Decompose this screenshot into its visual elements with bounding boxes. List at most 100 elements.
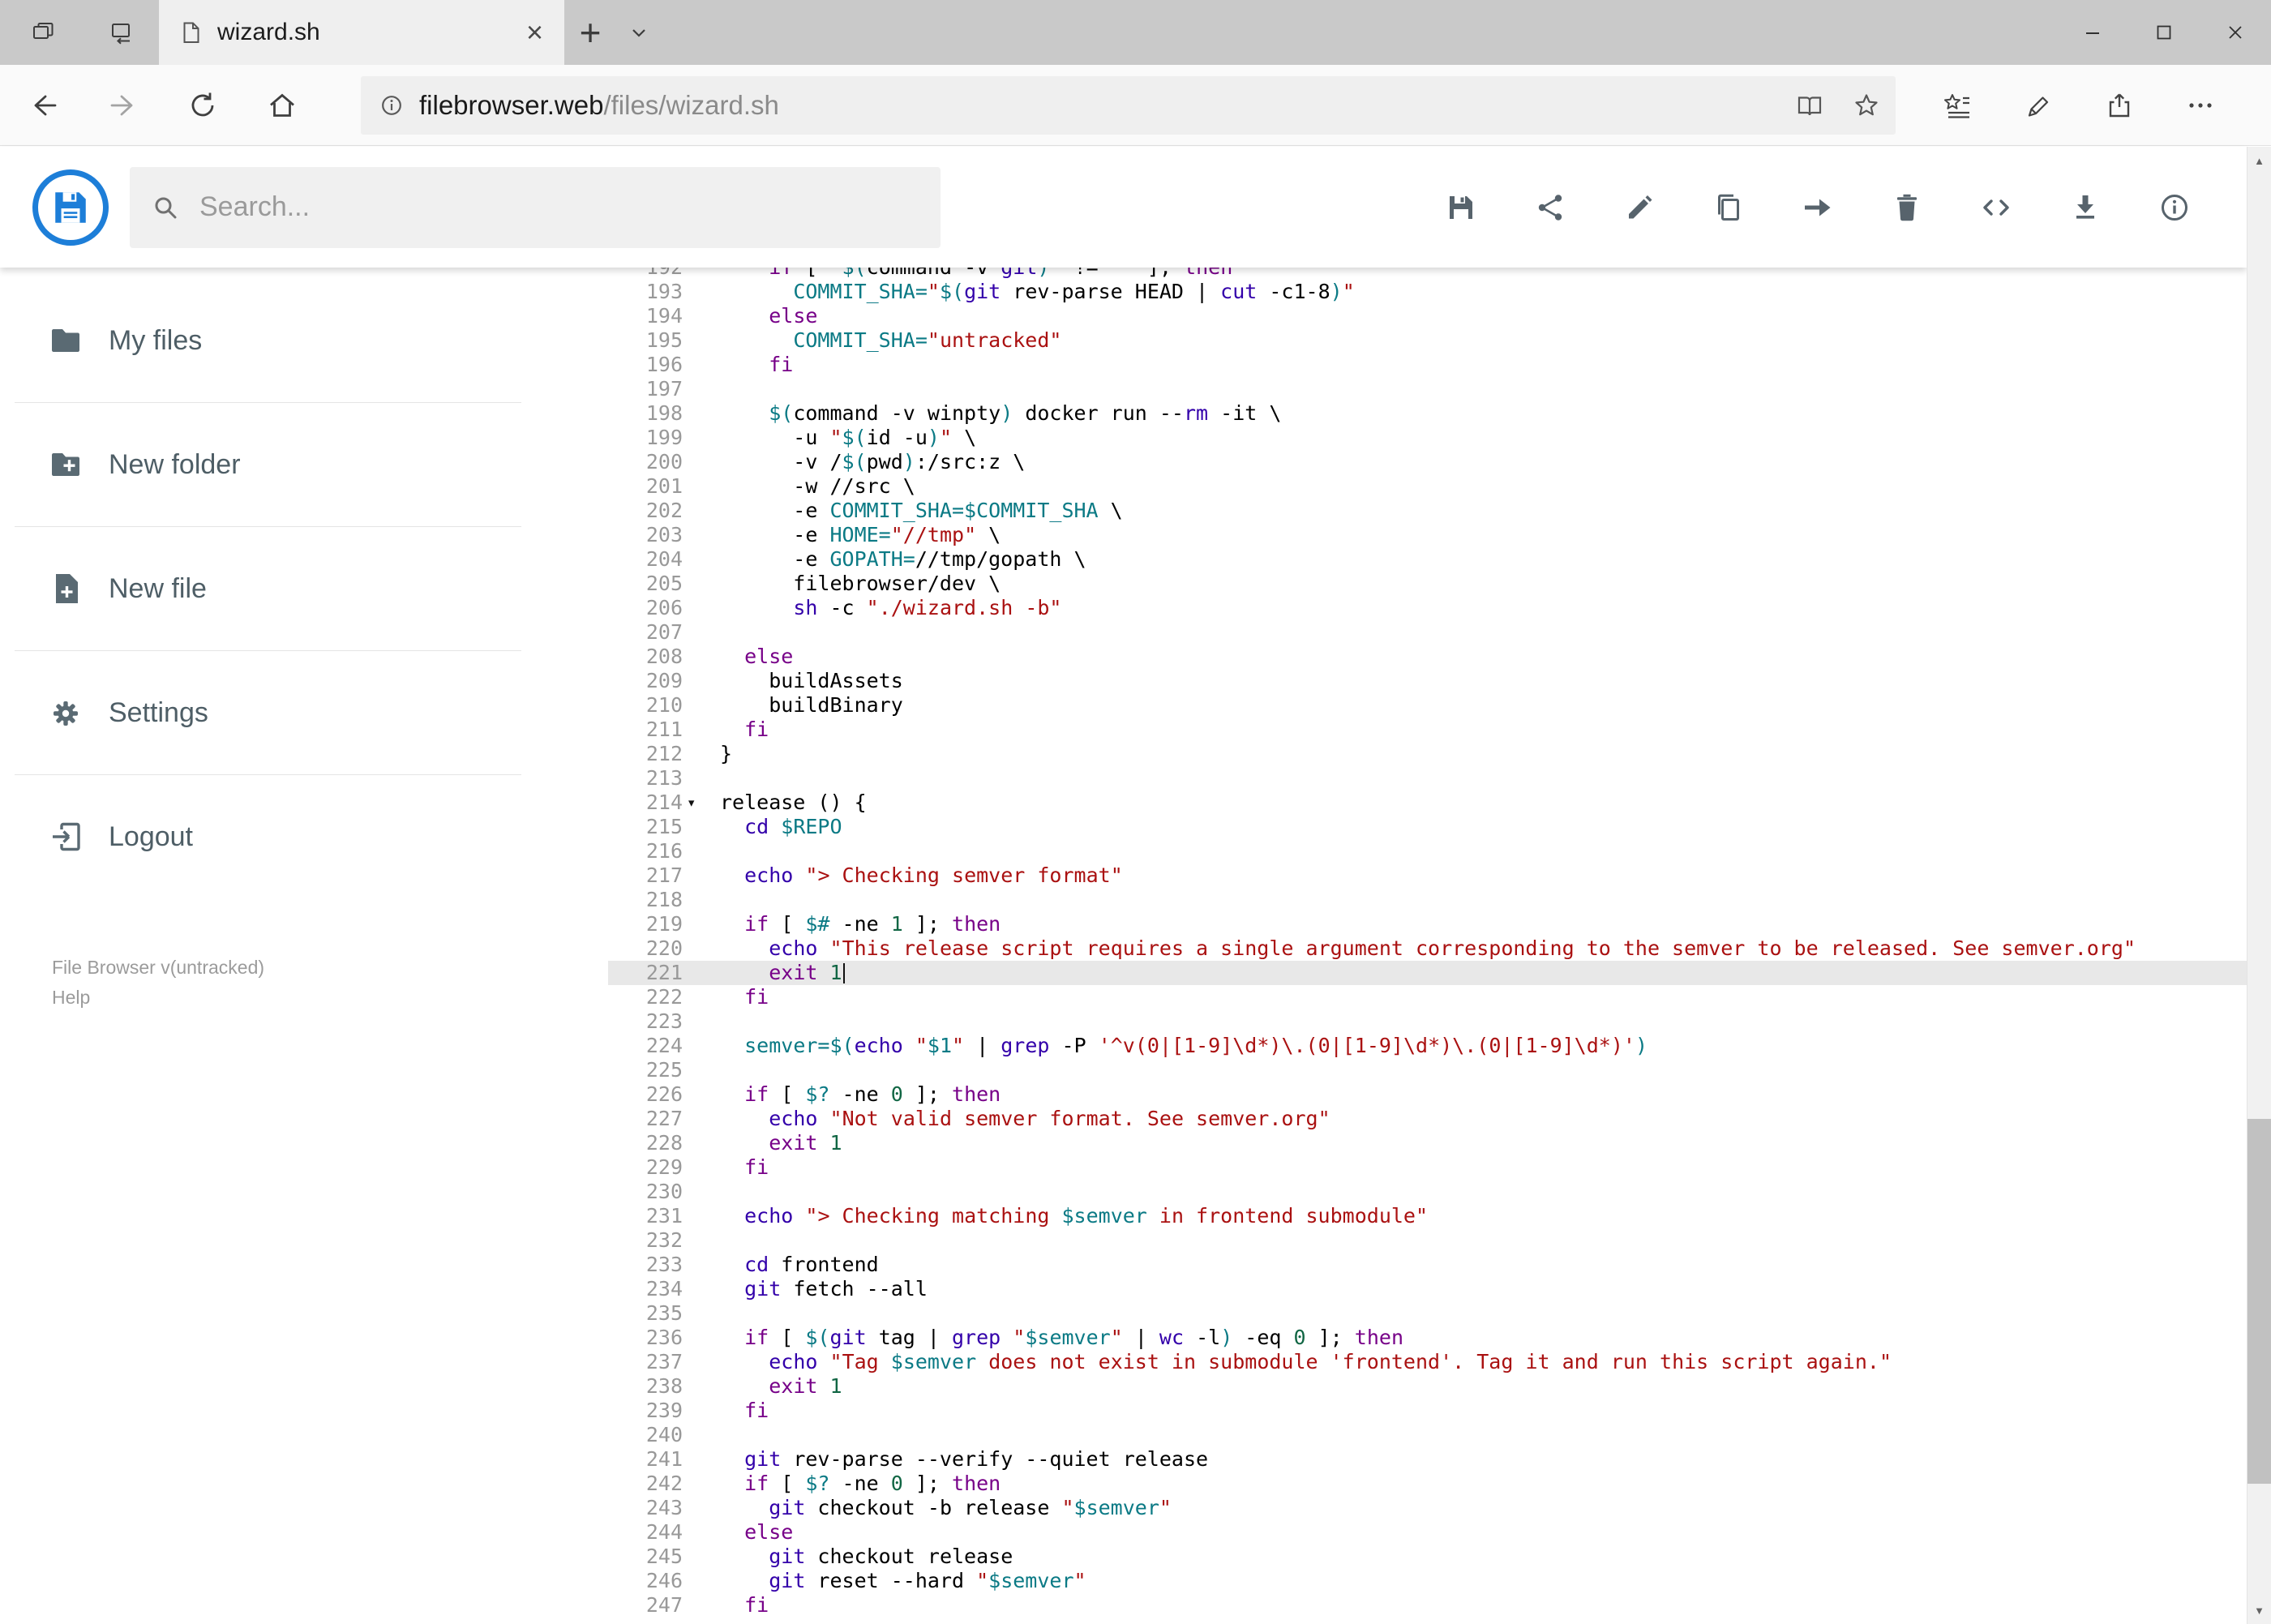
save-button[interactable] xyxy=(1442,189,1480,226)
refresh-button[interactable] xyxy=(186,88,220,122)
code-line-218[interactable]: 218 xyxy=(608,888,2247,912)
code-line-199[interactable]: 199 -u "$(id -u)" \ xyxy=(608,426,2247,450)
code-line-235[interactable]: 235 xyxy=(608,1301,2247,1326)
info-button[interactable] xyxy=(2156,189,2193,226)
move-button[interactable] xyxy=(1799,189,1836,226)
code-line-246[interactable]: 246 git reset --hard "$semver" xyxy=(608,1569,2247,1593)
scroll-down-button[interactable]: ▼ xyxy=(2247,1596,2271,1624)
add-favorite-button[interactable] xyxy=(1849,88,1884,123)
code-line-225[interactable]: 225 xyxy=(608,1058,2247,1082)
filebrowser-logo[interactable] xyxy=(32,169,109,246)
search-input[interactable] xyxy=(199,191,932,223)
code-line-201[interactable]: 201 -w //src \ xyxy=(608,474,2247,499)
code-line-222[interactable]: 222 fi xyxy=(608,985,2247,1009)
code-line-216[interactable]: 216 xyxy=(608,839,2247,863)
code-line-247[interactable]: 247 fi xyxy=(608,1593,2247,1618)
code-line-197[interactable]: 197 xyxy=(608,377,2247,401)
scrollbar-thumb[interactable] xyxy=(2247,1119,2271,1484)
code-line-202[interactable]: 202 -e COMMIT_SHA=$COMMIT_SHA \ xyxy=(608,499,2247,523)
download-button[interactable] xyxy=(2067,189,2104,226)
code-line-243[interactable]: 243 git checkout -b release "$semver" xyxy=(608,1496,2247,1520)
hub-button[interactable] xyxy=(1938,86,1977,125)
fold-gutter[interactable]: ▾ xyxy=(683,791,720,815)
code-line-220[interactable]: 220 echo "This release script requires a… xyxy=(608,936,2247,961)
copy-button[interactable] xyxy=(1710,189,1747,226)
code-line-211[interactable]: 211 fi xyxy=(608,718,2247,742)
share-button[interactable] xyxy=(1532,189,1569,226)
code-line-204[interactable]: 204 -e GOPATH=//tmp/gopath \ xyxy=(608,547,2247,572)
code-line-234[interactable]: 234 git fetch --all xyxy=(608,1277,2247,1301)
code-line-237[interactable]: 237 echo "Tag $semver does not exist in … xyxy=(608,1350,2247,1374)
set-tabs-aside-button[interactable] xyxy=(21,0,66,65)
code-line-223[interactable]: 223 xyxy=(608,1009,2247,1034)
maximize-button[interactable] xyxy=(2128,0,2200,65)
code-line-209[interactable]: 209 buildAssets xyxy=(608,669,2247,693)
tabs-you-set-aside-button[interactable] xyxy=(99,0,144,65)
code-line-228[interactable]: 228 exit 1 xyxy=(608,1131,2247,1155)
code-line-208[interactable]: 208 else xyxy=(608,645,2247,669)
code-line-215[interactable]: 215 cd $REPO xyxy=(608,815,2247,839)
code-line-232[interactable]: 232 xyxy=(608,1228,2247,1253)
code-line-240[interactable]: 240 xyxy=(608,1423,2247,1447)
code-line-219[interactable]: 219 if [ $# -ne 1 ]; then xyxy=(608,912,2247,936)
code-line-213[interactable]: 213 xyxy=(608,766,2247,791)
home-button[interactable] xyxy=(265,88,299,122)
code-line-230[interactable]: 230 xyxy=(608,1180,2247,1204)
code-line-198[interactable]: 198 $(command -v winpty) docker run --rm… xyxy=(608,401,2247,426)
code-line-233[interactable]: 233 cd frontend xyxy=(608,1253,2247,1277)
page-scrollbar[interactable]: ▲ ▼ xyxy=(2247,147,2271,1624)
code-line-226[interactable]: 226 if [ $? -ne 0 ]; then xyxy=(608,1082,2247,1107)
code-line-207[interactable]: 207 xyxy=(608,620,2247,645)
code-line-229[interactable]: 229 fi xyxy=(608,1155,2247,1180)
rename-button[interactable] xyxy=(1621,189,1658,226)
tab-close-icon[interactable]: × xyxy=(521,18,548,47)
search-box[interactable] xyxy=(130,166,941,248)
code-line-242[interactable]: 242 if [ $? -ne 0 ]; then xyxy=(608,1472,2247,1496)
code-line-214[interactable]: 214 ▾ release () { xyxy=(608,791,2247,815)
back-button[interactable] xyxy=(27,88,61,122)
code-line-195[interactable]: 195 COMMIT_SHA="untracked" xyxy=(608,328,2247,353)
site-info-icon[interactable] xyxy=(379,92,405,118)
close-window-button[interactable] xyxy=(2200,0,2271,65)
code-line-200[interactable]: 200 -v /$(pwd):/src:z \ xyxy=(608,450,2247,474)
settings-and-more-button[interactable] xyxy=(2181,86,2220,125)
address-bar[interactable]: filebrowser.web/files/wizard.sh xyxy=(361,75,1896,135)
code-line-205[interactable]: 205 filebrowser/dev \ xyxy=(608,572,2247,596)
code-line-239[interactable]: 239 fi xyxy=(608,1399,2247,1423)
tab-preview-chevron-button[interactable] xyxy=(616,0,662,65)
code-line-194[interactable]: 194 else xyxy=(608,304,2247,328)
code-line-217[interactable]: 217 echo "> Checking semver format" xyxy=(608,863,2247,888)
help-link[interactable]: Help xyxy=(52,983,264,1013)
sidebar-item-settings[interactable]: Settings xyxy=(0,651,608,774)
new-tab-button[interactable]: + xyxy=(564,0,616,65)
code-line-193[interactable]: 193 COMMIT_SHA="$(git rev-parse HEAD | c… xyxy=(608,280,2247,304)
code-line-192[interactable]: 192 if [ "$(command -v git)" != "" ]; th… xyxy=(608,268,2247,280)
code-line-210[interactable]: 210 buildBinary xyxy=(608,693,2247,718)
raw-code-button[interactable] xyxy=(1977,189,2015,226)
code-editor[interactable]: 192 if [ "$(command -v git)" != "" ]; th… xyxy=(608,268,2247,1624)
web-note-button[interactable] xyxy=(2019,86,2058,125)
scroll-up-button[interactable]: ▲ xyxy=(2247,147,2271,174)
code-line-227[interactable]: 227 echo "Not valid semver format. See s… xyxy=(608,1107,2247,1131)
browser-tab[interactable]: wizard.sh × xyxy=(159,0,564,65)
code-line-231[interactable]: 231 echo "> Checking matching $semver in… xyxy=(608,1204,2247,1228)
code-line-241[interactable]: 241 git rev-parse --verify --quiet relea… xyxy=(608,1447,2247,1472)
forward-button[interactable] xyxy=(106,88,140,122)
code-line-212[interactable]: 212} xyxy=(608,742,2247,766)
code-line-236[interactable]: 236 if [ $(git tag | grep "$semver" | wc… xyxy=(608,1326,2247,1350)
delete-button[interactable] xyxy=(1888,189,1926,226)
code-line-244[interactable]: 244 else xyxy=(608,1520,2247,1545)
sidebar-item-logout[interactable]: Logout xyxy=(0,775,608,898)
code-line-206[interactable]: 206 sh -c "./wizard.sh -b" xyxy=(608,596,2247,620)
share-page-button[interactable] xyxy=(2100,86,2139,125)
code-line-203[interactable]: 203 -e HOME="//tmp" \ xyxy=(608,523,2247,547)
code-line-238[interactable]: 238 exit 1 xyxy=(608,1374,2247,1399)
code-line-245[interactable]: 245 git checkout release xyxy=(608,1545,2247,1569)
code-line-196[interactable]: 196 fi xyxy=(608,353,2247,377)
sidebar-item-new-file[interactable]: New file xyxy=(0,527,608,650)
minimize-button[interactable] xyxy=(2057,0,2128,65)
reading-view-button[interactable] xyxy=(1792,88,1828,123)
code-line-224[interactable]: 224 semver=$(echo "$1" | grep -P '^v(0|[… xyxy=(608,1034,2247,1058)
code-line-221[interactable]: 221 exit 1 xyxy=(608,961,2247,985)
sidebar-item-new-folder[interactable]: New folder xyxy=(0,403,608,526)
